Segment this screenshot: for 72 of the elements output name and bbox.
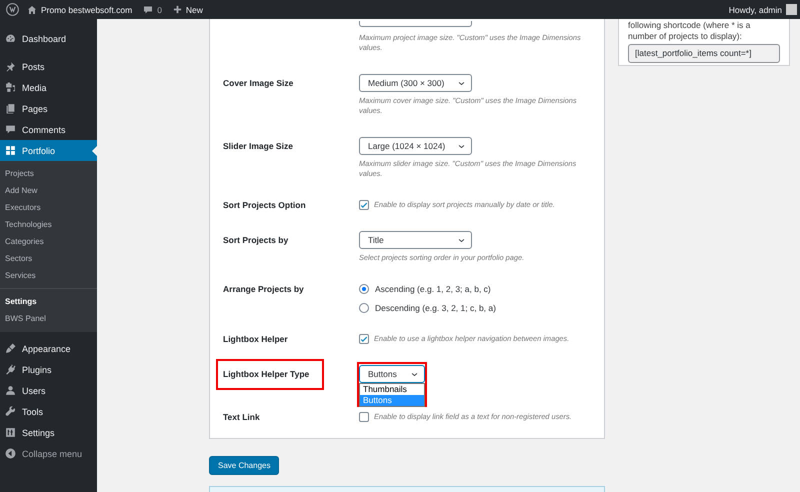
site-name-link[interactable]: Promo bestwebsoft.com: [27, 4, 132, 14]
plug-icon: [5, 364, 16, 375]
comments-link[interactable]: 0: [143, 4, 162, 14]
speech-bubble-icon: [143, 4, 154, 14]
menu-item[interactable]: Plugins: [0, 359, 97, 380]
submenu-item[interactable]: Executors: [0, 199, 97, 216]
menu-item[interactable]: Appearance: [0, 338, 97, 359]
collapse-menu-button[interactable]: Collapse menu: [0, 443, 97, 464]
current-pointer-icon: [92, 146, 97, 156]
caret-icon: [458, 80, 465, 86]
submenu-item[interactable]: Categories: [0, 233, 97, 250]
caret-icon: [411, 370, 418, 378]
house-icon: [27, 4, 37, 14]
radio-button[interactable]: [359, 303, 369, 313]
checkbox[interactable]: [359, 200, 369, 210]
plus-icon: [172, 5, 182, 14]
setting-label: Text Link: [223, 412, 260, 422]
menu-item[interactable]: Users: [0, 380, 97, 401]
grid-icon: [5, 145, 16, 156]
setting-label: Cover Image Size: [223, 78, 294, 88]
caret-icon: [458, 142, 465, 150]
paintbrush-icon: [5, 343, 16, 354]
pushpin-icon: [5, 61, 16, 72]
setting-label: Slider Image Size: [223, 141, 293, 151]
menu-item[interactable]: Pages: [0, 98, 97, 119]
submenu-item[interactable]: Sectors: [0, 250, 97, 267]
camera-music-icon: [5, 82, 16, 93]
select-field[interactable]: [359, 21, 472, 27]
submenu-item[interactable]: BWS Panel: [0, 310, 97, 327]
wordpress-logo-icon[interactable]: [6, 3, 19, 16]
radio-label: Ascending (e.g. 1, 2, 3; a, b, c): [375, 284, 491, 294]
menu-item[interactable]: Tools: [0, 401, 97, 422]
submenu-item[interactable]: Technologies: [0, 216, 97, 233]
gauge-icon: [5, 33, 16, 44]
sliders-icon: [5, 427, 16, 438]
select-field[interactable]: Medium (300 × 300): [359, 74, 472, 92]
radio-label: Descending (e.g. 3, 2, 1; c, b, a): [375, 303, 496, 313]
setting-label: Sort Projects Option: [223, 200, 306, 210]
checkbox[interactable]: [359, 412, 369, 422]
user-icon: [5, 385, 16, 396]
wrench-icon: [5, 406, 16, 417]
dropdown-option[interactable]: Thumbnails: [360, 384, 424, 395]
speech-bubble-icon: [5, 124, 16, 135]
checkmark-icon: [360, 334, 368, 344]
account-link[interactable]: Howdy, admin: [728, 4, 782, 14]
setting-label: Sort Projects by: [223, 235, 288, 245]
menu-item[interactable]: Portfolio: [0, 140, 97, 161]
radio-button[interactable]: [359, 284, 369, 294]
caret-icon: [458, 236, 465, 244]
pages-icon: [5, 103, 16, 114]
checkmark-icon: [360, 200, 368, 210]
menu-item[interactable]: Settings: [0, 422, 97, 443]
comment-count: 0: [157, 4, 162, 14]
submenu-item[interactable]: Projects: [0, 165, 97, 182]
new-link[interactable]: New: [172, 4, 203, 14]
setting-label: Lightbox Helper Type: [223, 369, 310, 379]
setting-label: Arrange Projects by: [223, 284, 304, 294]
select-field[interactable]: Buttons: [359, 365, 425, 383]
shortcode-field[interactable]: [latest_portfolio_items count=*]: [628, 44, 780, 63]
submenu-item[interactable]: Services: [0, 267, 97, 284]
select-field[interactable]: Title: [359, 231, 472, 249]
shortcode-instructions: following shortcode (where * is a number of projects to display):: [628, 20, 752, 42]
save-button[interactable]: Save Changes: [209, 456, 280, 475]
menu-item[interactable]: Media: [0, 77, 97, 98]
menu-item[interactable]: Comments: [0, 119, 97, 140]
checkbox[interactable]: [359, 334, 369, 344]
submenu-item[interactable]: Add New: [0, 182, 97, 199]
menu-item[interactable]: Dashboard: [0, 28, 97, 49]
select-field[interactable]: Large (1024 × 1024): [359, 137, 472, 155]
menu-item[interactable]: Posts: [0, 56, 97, 77]
submenu-item[interactable]: Settings: [0, 293, 97, 310]
setting-label: Lightbox Helper: [223, 334, 288, 344]
